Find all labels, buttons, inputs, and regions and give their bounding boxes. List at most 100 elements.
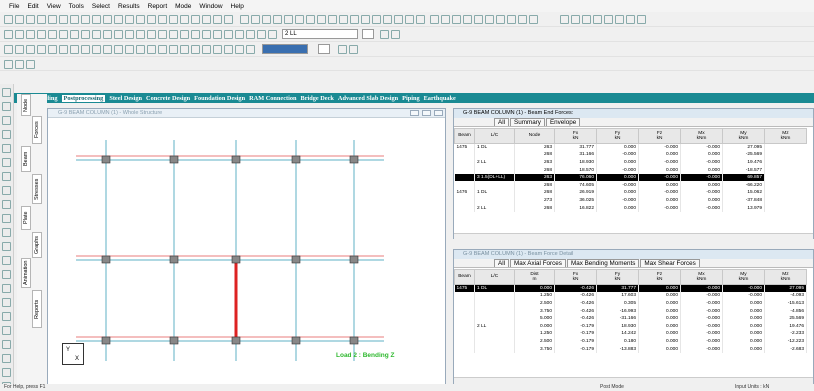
toolbar-button[interactable]	[604, 15, 613, 24]
table-row[interactable]: 3 1.5(DL+LL) 263 76.060 0.000 -0.000 -0.000 69…	[454, 173, 807, 182]
toolbar-button[interactable]	[560, 15, 569, 24]
toolbar-button[interactable]	[48, 15, 57, 24]
toolbar-button[interactable]	[350, 15, 359, 24]
toolbar-button[interactable]	[273, 15, 282, 24]
close-button[interactable]	[434, 110, 443, 116]
toolbar-button[interactable]	[213, 30, 222, 39]
toolbar-button[interactable]	[391, 30, 400, 39]
panel-tab[interactable]: Max Bending Moments	[566, 259, 640, 267]
toolbar-button[interactable]	[59, 15, 68, 24]
side-tab-stresses[interactable]: Stresses	[32, 174, 42, 204]
tool-icon[interactable]	[2, 326, 11, 335]
menu-item[interactable]: Window	[199, 3, 222, 10]
beam-end-forces-panel[interactable]: G-9 BEAM COLUMN (1) - Beam End Forces: A…	[453, 108, 814, 240]
toolbar-button[interactable]	[380, 30, 389, 39]
menu-item[interactable]: Help	[231, 3, 244, 10]
table-row[interactable]: 2 LL 268 16.822 0.000 -0.000 -0.000 13.979	[454, 204, 807, 212]
column-header[interactable]: Fz kN	[638, 269, 681, 285]
table-row[interactable]: 1476 1 DL 268 26.919 0.000 -0.000 -0.000 15.062	[454, 189, 807, 197]
tool-icon[interactable]	[2, 102, 11, 111]
side-tab-graphs[interactable]: Graphs	[32, 232, 42, 258]
toolbar-button[interactable]	[571, 15, 580, 24]
tool-icon[interactable]	[2, 270, 11, 279]
column-header[interactable]: Fx kN	[554, 269, 597, 285]
tool-icon[interactable]	[2, 256, 11, 265]
structure-grid[interactable]	[48, 118, 445, 384]
toolbar-button[interactable]	[70, 45, 79, 54]
toolbar-button[interactable]	[114, 30, 123, 39]
toolbar-button[interactable]	[114, 15, 123, 24]
toolbar-button[interactable]	[180, 15, 189, 24]
toolbar-button[interactable]	[441, 15, 450, 24]
table-row[interactable]: 273 36.025 -0.000 0.000 0.000 -37.848	[454, 196, 807, 205]
toolbar-button[interactable]	[15, 30, 24, 39]
ribbon-tab[interactable]: Advanced Slab Design	[338, 95, 398, 102]
toolbar-button[interactable]	[191, 45, 200, 54]
menu-item[interactable]: View	[47, 3, 61, 10]
table-row[interactable]: 2.500 -0.179 0.180 0.000 -0.000 0.000 -12.223	[454, 337, 807, 346]
tool-icon[interactable]	[2, 368, 11, 377]
column-header[interactable]: L/C	[474, 269, 515, 285]
option-box[interactable]	[318, 44, 330, 54]
ribbon-tab[interactable]: Foundation Design	[194, 95, 245, 102]
toolbar-button[interactable]	[626, 15, 635, 24]
support-node[interactable]	[349, 155, 359, 164]
column-header[interactable]: Fx kN	[554, 128, 597, 144]
toolbar-button[interactable]	[103, 15, 112, 24]
toolbar-button[interactable]	[518, 15, 527, 24]
toolbar-button[interactable]	[26, 15, 35, 24]
toolbar-button[interactable]	[15, 15, 24, 24]
toolbar-button[interactable]	[158, 45, 167, 54]
toolbar-button[interactable]	[26, 30, 35, 39]
menu-item[interactable]: Results	[118, 3, 140, 10]
support-node[interactable]	[101, 155, 111, 164]
toolbar-button[interactable]	[615, 15, 624, 24]
toolbar-button[interactable]	[213, 45, 222, 54]
tool-icon[interactable]	[2, 228, 11, 237]
ribbon-tab[interactable]: Postprocessing	[61, 94, 106, 102]
column-header[interactable]: Mz kNm	[764, 128, 807, 144]
table-row[interactable]: 1.250 -0.179 14.242 0.000 -0.000 0.000 -2.233	[454, 330, 807, 338]
tool-icon[interactable]	[2, 312, 11, 321]
toolbar-button[interactable]	[4, 45, 13, 54]
tool-icon[interactable]	[2, 130, 11, 139]
toolbar-button[interactable]	[191, 30, 200, 39]
toolbar-button[interactable]	[235, 30, 244, 39]
table-row[interactable]: 268 18.570 -0.000 0.000 0.000 -18.577	[454, 166, 807, 174]
force-detail-scrollbar[interactable]	[454, 377, 813, 384]
column-header[interactable]: L/C	[474, 128, 515, 144]
toolbar-button[interactable]	[147, 45, 156, 54]
tool-icon[interactable]	[2, 354, 11, 363]
toolbar-button[interactable]	[125, 45, 134, 54]
toolbar-button[interactable]	[394, 15, 403, 24]
toolbar-button[interactable]	[26, 60, 35, 69]
toolbar-button[interactable]	[4, 30, 13, 39]
ribbon-tab[interactable]: RAM Connection	[249, 95, 296, 102]
toolbar-button[interactable]	[4, 60, 13, 69]
toolbar-button[interactable]	[48, 45, 57, 54]
support-node[interactable]	[291, 255, 301, 264]
table-row[interactable]: 2.500 -0.426 0.305 0.000 -0.000 0.000 -15.613	[454, 299, 807, 308]
toolbar-button[interactable]	[224, 15, 233, 24]
panel-tab[interactable]: All	[494, 118, 509, 126]
toolbar-button[interactable]	[485, 15, 494, 24]
toolbar-button[interactable]	[295, 15, 304, 24]
toolbar-button[interactable]	[180, 45, 189, 54]
end-forces-scrollbar[interactable]	[454, 233, 813, 240]
toolbar-button[interactable]	[92, 30, 101, 39]
toolbar-button[interactable]	[92, 45, 101, 54]
side-tab-beam[interactable]: Beam	[21, 146, 31, 172]
toolbar-button[interactable]	[169, 30, 178, 39]
panel-tab[interactable]: Summary	[510, 118, 545, 126]
column-header[interactable]: Fy kN	[596, 128, 639, 144]
toolbar-button[interactable]	[169, 45, 178, 54]
toolbar-button[interactable]	[251, 15, 260, 24]
toolbar-button[interactable]	[81, 30, 90, 39]
toolbar-button[interactable]	[147, 15, 156, 24]
toolbar-button[interactable]	[637, 15, 646, 24]
toolbar-button[interactable]	[507, 15, 516, 24]
side-tab-plate[interactable]: Plate	[21, 206, 31, 230]
toolbar-button[interactable]	[37, 45, 46, 54]
panel-tab[interactable]: All	[494, 259, 509, 267]
minimize-button[interactable]	[410, 110, 419, 116]
